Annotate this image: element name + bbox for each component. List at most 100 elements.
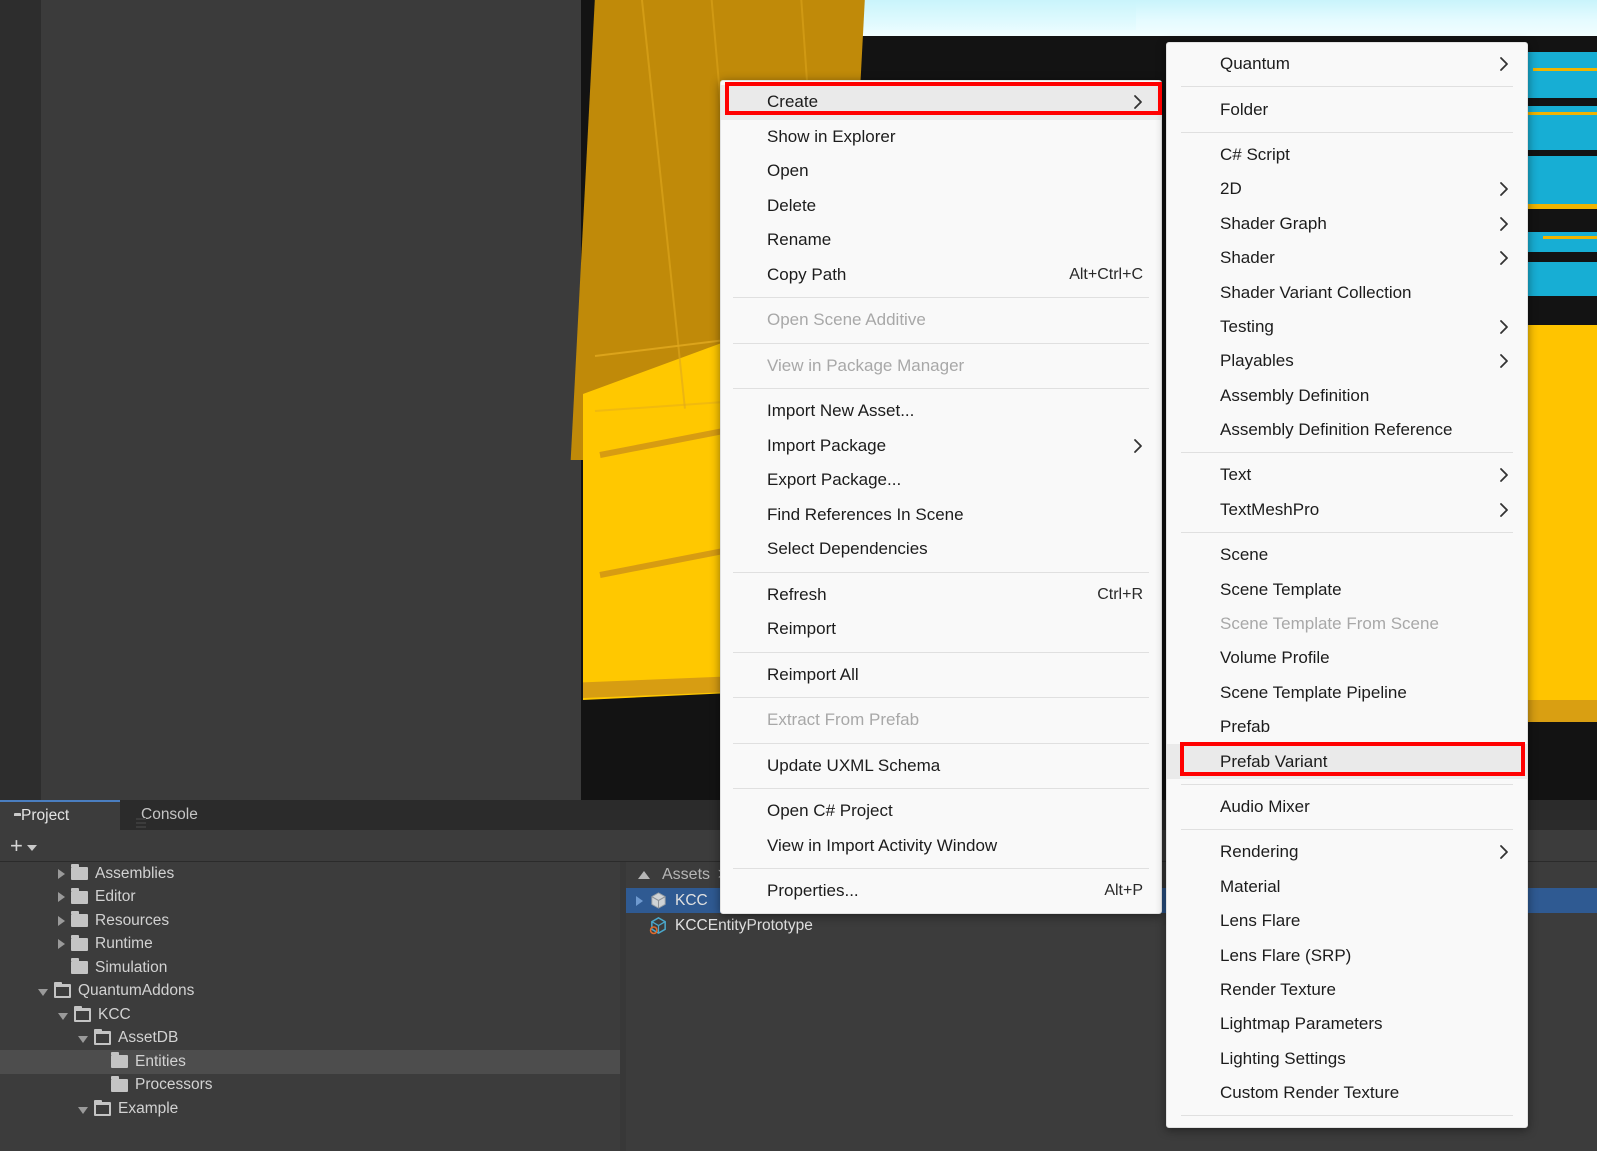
tree-item-entities[interactable]: Entities bbox=[0, 1050, 620, 1074]
tree-item-kcc[interactable]: KCC bbox=[0, 1003, 620, 1027]
menu-item-copy-path[interactable]: Copy PathAlt+Ctrl+C bbox=[721, 258, 1161, 293]
menu-item-assembly-definition-reference[interactable]: Assembly Definition Reference bbox=[1167, 413, 1527, 447]
menu-item-lighting-settings[interactable]: Lighting Settings bbox=[1167, 1042, 1527, 1076]
menu-item-properties[interactable]: Properties...Alt+P bbox=[721, 874, 1161, 909]
chevron-right-icon bbox=[1499, 216, 1509, 232]
menu-item-import-package[interactable]: Import Package bbox=[721, 429, 1161, 464]
breadcrumb-assets[interactable]: Assets bbox=[662, 866, 710, 884]
twisty-closed-icon[interactable] bbox=[58, 939, 65, 949]
menu-item-rendering[interactable]: Rendering bbox=[1167, 835, 1527, 869]
menu-item-update-uxml-schema[interactable]: Update UXML Schema bbox=[721, 749, 1161, 784]
tree-item-simulation[interactable]: Simulation bbox=[0, 956, 620, 980]
menu-item-label: Volume Profile bbox=[1220, 648, 1330, 668]
tab-project[interactable]: Project bbox=[0, 800, 120, 830]
menu-item-scene-template-from-scene: Scene Template From Scene bbox=[1167, 607, 1527, 641]
asset-context-menu[interactable]: Create Show in Explorer OpenDeleteRenameCo… bbox=[720, 80, 1162, 914]
twisty-open-icon[interactable] bbox=[38, 989, 48, 996]
menu-item-volume-profile[interactable]: Volume Profile bbox=[1167, 641, 1527, 675]
tree-item-quantumaddons[interactable]: QuantumAddons bbox=[0, 980, 620, 1004]
menu-item-folder[interactable]: Folder bbox=[1167, 92, 1527, 126]
menu-item-label: Lightmap Parameters bbox=[1220, 1014, 1383, 1034]
menu-item-label: Scene Template bbox=[1220, 580, 1342, 600]
menu-item-label: Import Package bbox=[767, 436, 886, 456]
tree-item-label: AssetDB bbox=[118, 1029, 178, 1047]
menu-item-shortcut: Alt+Ctrl+C bbox=[1069, 266, 1143, 284]
menu-item-import-new-asset[interactable]: Import New Asset... bbox=[721, 394, 1161, 429]
chevron-right-icon bbox=[1499, 844, 1509, 860]
tab-console[interactable]: Console bbox=[120, 800, 245, 830]
menu-separator bbox=[733, 788, 1149, 789]
menu-item-lightmap-parameters[interactable]: Lightmap Parameters bbox=[1167, 1007, 1527, 1041]
folder-open-icon bbox=[94, 1031, 111, 1045]
menu-item-text[interactable]: Text bbox=[1167, 458, 1527, 492]
menu-item-audio-mixer[interactable]: Audio Mixer bbox=[1167, 790, 1527, 824]
menu-item-shader-variant-collection[interactable]: Shader Variant Collection bbox=[1167, 275, 1527, 309]
scroll-up-arrow-assets[interactable] bbox=[638, 871, 650, 879]
menu-item-material[interactable]: Material bbox=[1167, 870, 1527, 904]
menu-item-label: Render Texture bbox=[1220, 980, 1336, 1000]
menu-item-shader[interactable]: Shader bbox=[1167, 241, 1527, 275]
menu-item-label: Find References In Scene bbox=[767, 505, 964, 525]
twisty-closed-icon[interactable] bbox=[58, 916, 65, 926]
menu-item-prefab[interactable]: Prefab bbox=[1167, 710, 1527, 744]
menu-item-scene[interactable]: Scene bbox=[1167, 538, 1527, 572]
menu-item-open-c-project[interactable]: Open C# Project bbox=[721, 794, 1161, 829]
menu-item-label: Show in Explorer bbox=[767, 127, 896, 147]
menu-item-create[interactable]: Create bbox=[721, 85, 1161, 120]
menu-item-show-in-explorer[interactable]: Show in Explorer bbox=[721, 120, 1161, 155]
tree-item-assemblies[interactable]: Assemblies bbox=[0, 862, 620, 886]
tree-item-runtime[interactable]: Runtime bbox=[0, 933, 620, 957]
menu-item-c-script[interactable]: C# Script bbox=[1167, 138, 1527, 172]
menu-item-playables[interactable]: Playables bbox=[1167, 344, 1527, 378]
menu-item-2d[interactable]: 2D bbox=[1167, 172, 1527, 206]
tree-item-resources[interactable]: Resources bbox=[0, 909, 620, 933]
menu-item-scene-template[interactable]: Scene Template bbox=[1167, 572, 1527, 606]
tree-item-editor[interactable]: Editor bbox=[0, 886, 620, 910]
folder-open-icon bbox=[74, 1008, 91, 1022]
menu-item-rename[interactable]: Rename bbox=[721, 223, 1161, 258]
menu-item-render-texture[interactable]: Render Texture bbox=[1167, 973, 1527, 1007]
project-folder-tree[interactable]: AssembliesEditor Resources RuntimeSimulati… bbox=[0, 862, 620, 1151]
menu-separator bbox=[733, 868, 1149, 869]
create-submenu[interactable]: QuantumFolderC# Script2DShader GraphShad… bbox=[1166, 42, 1528, 1128]
menu-item-shortcut: Alt+P bbox=[1104, 882, 1143, 900]
tab-console-label: Console bbox=[141, 806, 198, 824]
chevron-right-icon bbox=[1499, 56, 1509, 72]
tree-item-assetdb[interactable]: AssetDB bbox=[0, 1027, 620, 1051]
tree-item-label: Resources bbox=[95, 912, 169, 930]
chevron-right-icon bbox=[1499, 467, 1509, 483]
menu-item-view-in-import-activity-window[interactable]: View in Import Activity Window bbox=[721, 829, 1161, 864]
menu-item-reimport[interactable]: Reimport bbox=[721, 612, 1161, 647]
menu-item-lens-flare-srp[interactable]: Lens Flare (SRP) bbox=[1167, 938, 1527, 972]
menu-item-find-references-in-scene[interactable]: Find References In Scene bbox=[721, 498, 1161, 533]
menu-item-reimport-all[interactable]: Reimport All bbox=[721, 658, 1161, 693]
menu-item-select-dependencies[interactable]: Select Dependencies bbox=[721, 532, 1161, 567]
menu-item-textmeshpro[interactable]: TextMeshPro bbox=[1167, 493, 1527, 527]
menu-item-lens-flare[interactable]: Lens Flare bbox=[1167, 904, 1527, 938]
menu-item-label: Rendering bbox=[1220, 842, 1298, 862]
twisty-open-icon[interactable] bbox=[58, 1013, 68, 1020]
scene-sky-near bbox=[836, 0, 1136, 30]
menu-item-open[interactable]: Open bbox=[721, 154, 1161, 189]
menu-item-label: 2D bbox=[1220, 179, 1242, 199]
menu-item-delete[interactable]: Delete bbox=[721, 189, 1161, 224]
tree-item-processors[interactable]: Processors bbox=[0, 1074, 620, 1098]
menu-item-refresh[interactable]: RefreshCtrl+R bbox=[721, 578, 1161, 613]
menu-item-label: Import New Asset... bbox=[767, 401, 914, 421]
twisty-closed-icon[interactable] bbox=[58, 869, 65, 879]
chevron-right-icon bbox=[1499, 502, 1509, 518]
menu-item-assembly-definition[interactable]: Assembly Definition bbox=[1167, 379, 1527, 413]
menu-item-export-package[interactable]: Export Package... bbox=[721, 463, 1161, 498]
twisty-closed-icon[interactable] bbox=[58, 892, 65, 902]
menu-item-testing[interactable]: Testing bbox=[1167, 310, 1527, 344]
menu-item-scene-template-pipeline[interactable]: Scene Template Pipeline bbox=[1167, 676, 1527, 710]
twisty-open-icon[interactable] bbox=[78, 1036, 88, 1043]
twisty-closed-icon[interactable] bbox=[636, 896, 643, 906]
tree-item-example[interactable]: Example bbox=[0, 1097, 620, 1121]
menu-item-quantum[interactable]: Quantum bbox=[1167, 47, 1527, 81]
menu-item-custom-render-texture[interactable]: Custom Render Texture bbox=[1167, 1076, 1527, 1110]
menu-item-shader-graph[interactable]: Shader Graph bbox=[1167, 207, 1527, 241]
add-asset-button[interactable]: + bbox=[10, 835, 37, 857]
menu-item-prefab-variant[interactable]: Prefab Variant bbox=[1167, 744, 1527, 778]
twisty-open-icon[interactable] bbox=[78, 1107, 88, 1114]
